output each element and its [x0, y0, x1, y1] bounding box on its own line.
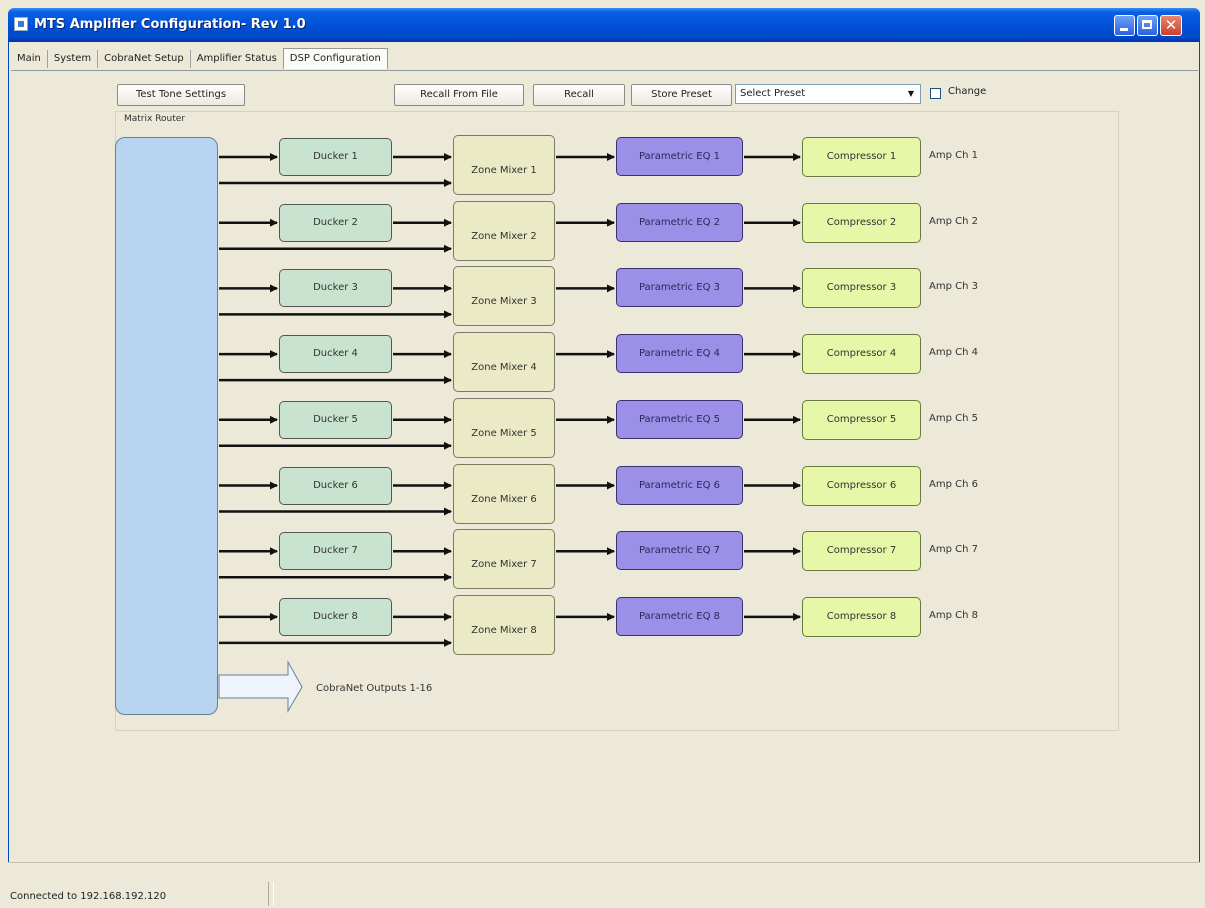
- parametric-eq-block[interactable]: Parametric EQ 4: [616, 334, 743, 374]
- zone-mixer-block[interactable]: Zone Mixer 8: [453, 594, 555, 655]
- cobranet-outputs-arrow: [218, 660, 303, 713]
- parametric-eq-block[interactable]: Parametric EQ 5: [616, 399, 743, 439]
- ducker-block[interactable]: Ducker 8: [279, 597, 392, 636]
- parametric-eq-block[interactable]: Parametric EQ 7: [616, 531, 743, 571]
- amp-channel-label: Amp Ch 2: [929, 215, 978, 227]
- compressor-block[interactable]: Compressor 5: [802, 399, 921, 440]
- connection-status: Connected to 192.168.192.120: [10, 891, 167, 902]
- zone-mixer-block[interactable]: Zone Mixer 7: [453, 529, 555, 590]
- ducker-block[interactable]: Ducker 2: [279, 203, 392, 242]
- parametric-eq-block[interactable]: Parametric EQ 3: [616, 268, 743, 308]
- status-divider: [268, 882, 269, 906]
- parametric-eq-block[interactable]: Parametric EQ 1: [616, 137, 743, 176]
- status-panel: [273, 882, 1194, 906]
- signal-wires: [218, 153, 801, 713]
- amp-channel-label: Amp Ch 6: [929, 478, 978, 490]
- zone-mixer-block[interactable]: Zone Mixer 3: [453, 266, 555, 327]
- parametric-eq-block[interactable]: Parametric EQ 6: [616, 465, 743, 505]
- parametric-eq-block[interactable]: Parametric EQ 8: [616, 596, 743, 636]
- parametric-eq-block[interactable]: Parametric EQ 2: [616, 202, 743, 242]
- cobranet-outputs-label: CobraNet Outputs 1-16: [316, 683, 433, 694]
- compressor-block[interactable]: Compressor 7: [802, 531, 921, 572]
- zone-mixer-block[interactable]: Zone Mixer 2: [453, 200, 555, 261]
- zone-mixer-block[interactable]: Zone Mixer 1: [453, 135, 555, 195]
- amp-channel-label: Amp Ch 1: [929, 150, 978, 161]
- ducker-block[interactable]: Ducker 5: [279, 400, 392, 439]
- ducker-block[interactable]: Ducker 4: [279, 335, 392, 374]
- ducker-block[interactable]: Ducker 7: [279, 532, 392, 571]
- ducker-block[interactable]: Ducker 3: [279, 269, 392, 308]
- compressor-block[interactable]: Compressor 8: [802, 596, 921, 637]
- compressor-block[interactable]: Compressor 2: [802, 202, 921, 243]
- ducker-block[interactable]: Ducker 6: [279, 466, 392, 505]
- compressor-block[interactable]: Compressor 6: [802, 465, 921, 506]
- amp-channel-label: Amp Ch 5: [929, 412, 978, 424]
- amp-channel-label: Amp Ch 4: [929, 347, 978, 359]
- ducker-block[interactable]: Ducker 1: [279, 138, 392, 176]
- compressor-block[interactable]: Compressor 4: [802, 334, 921, 375]
- zone-mixer-block[interactable]: Zone Mixer 5: [453, 397, 555, 458]
- amp-channel-label: Amp Ch 3: [929, 281, 978, 293]
- zone-mixer-block[interactable]: Zone Mixer 6: [453, 463, 555, 524]
- compressor-block[interactable]: Compressor 3: [802, 268, 921, 309]
- zone-mixer-block[interactable]: Zone Mixer 4: [453, 332, 555, 393]
- amp-channel-label: Amp Ch 7: [929, 544, 978, 556]
- amp-channel-label: Amp Ch 8: [929, 609, 978, 621]
- compressor-block[interactable]: Compressor 1: [802, 137, 921, 177]
